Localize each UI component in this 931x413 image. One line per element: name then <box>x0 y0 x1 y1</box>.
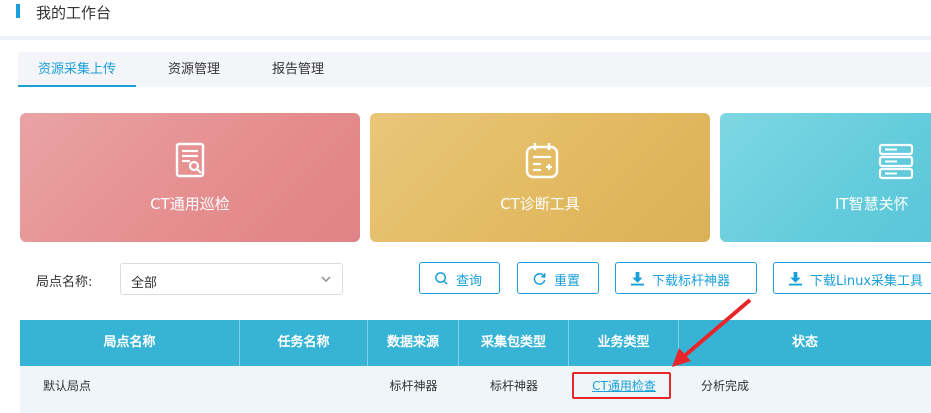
tab-resource-upload[interactable]: 资源采集上传 <box>18 52 136 87</box>
chevron-down-icon <box>321 276 331 282</box>
download-benchmark-label: 下载标杆神器 <box>652 274 731 289</box>
column-header-business-type: 业务类型 <box>569 320 679 366</box>
card-label: IT智慧关怀 <box>835 195 909 213</box>
cell-task-name <box>240 366 368 407</box>
column-header-site-name: 局点名称 <box>20 320 240 366</box>
column-header-task-name: 任务名称 <box>240 320 368 366</box>
active-tab-indicator <box>18 85 136 87</box>
document-search-icon <box>175 142 205 178</box>
header-divider <box>0 36 931 40</box>
query-button[interactable]: 查询 <box>419 262 500 294</box>
tab-resource-management[interactable]: 资源管理 <box>168 52 220 87</box>
tab-bar: 资源采集上传 资源管理 报告管理 <box>18 52 931 87</box>
site-name-select[interactable]: 全部 <box>120 263 343 295</box>
query-label: 查询 <box>456 274 483 289</box>
column-header-status: 状态 <box>791 335 818 350</box>
refresh-icon <box>533 273 546 285</box>
card-it-care[interactable]: IT智慧关怀 <box>720 113 931 242</box>
search-icon <box>435 272 448 285</box>
highlight-box <box>572 372 671 399</box>
table-header: 局点名称 任务名称 数据来源 采集包类型 业务类型 状态 <box>20 320 931 366</box>
reset-label: 重置 <box>554 274 581 289</box>
download-benchmark-button[interactable]: 下载标杆神器 <box>615 262 757 294</box>
header-accent-bar <box>16 4 20 18</box>
select-value: 全部 <box>131 276 158 291</box>
page-title: 我的工作台 <box>36 4 112 22</box>
cell-site-name: 默认局点 <box>43 379 92 393</box>
cell-package-type: 标杆神器 <box>489 379 538 393</box>
clipboard-plus-icon <box>525 143 559 179</box>
card-label: CT通用巡检 <box>150 195 230 213</box>
cell-status: 分析完成 <box>701 379 750 393</box>
card-ct-inspection[interactable]: CT通用巡检 <box>20 113 360 242</box>
card-label: CT诊断工具 <box>500 195 580 213</box>
column-header-data-source: 数据来源 <box>368 320 459 366</box>
download-icon <box>630 271 645 286</box>
page-header: 我的工作台 <box>0 0 931 36</box>
tab-report-management[interactable]: 报告管理 <box>272 52 324 87</box>
server-rack-icon <box>878 143 914 180</box>
workbench-page: 我的工作台 资源采集上传 资源管理 报告管理 CT通用巡检 CT诊断工具 IT智… <box>0 0 931 413</box>
card-ct-diagnosis[interactable]: CT诊断工具 <box>370 113 710 242</box>
site-name-label: 局点名称: <box>36 275 93 290</box>
cell-data-source: 标杆神器 <box>389 379 438 393</box>
download-icon <box>788 271 803 286</box>
download-linux-tool-label: 下载Linux采集工具 <box>810 274 924 289</box>
column-header-package-type: 采集包类型 <box>459 320 569 366</box>
table-row: 默认局点 标杆神器 标杆神器 CT通用检查 分析完成 <box>20 366 931 413</box>
reset-button[interactable]: 重置 <box>517 262 599 294</box>
download-linux-tool-button[interactable]: 下载Linux采集工具 <box>773 262 931 294</box>
